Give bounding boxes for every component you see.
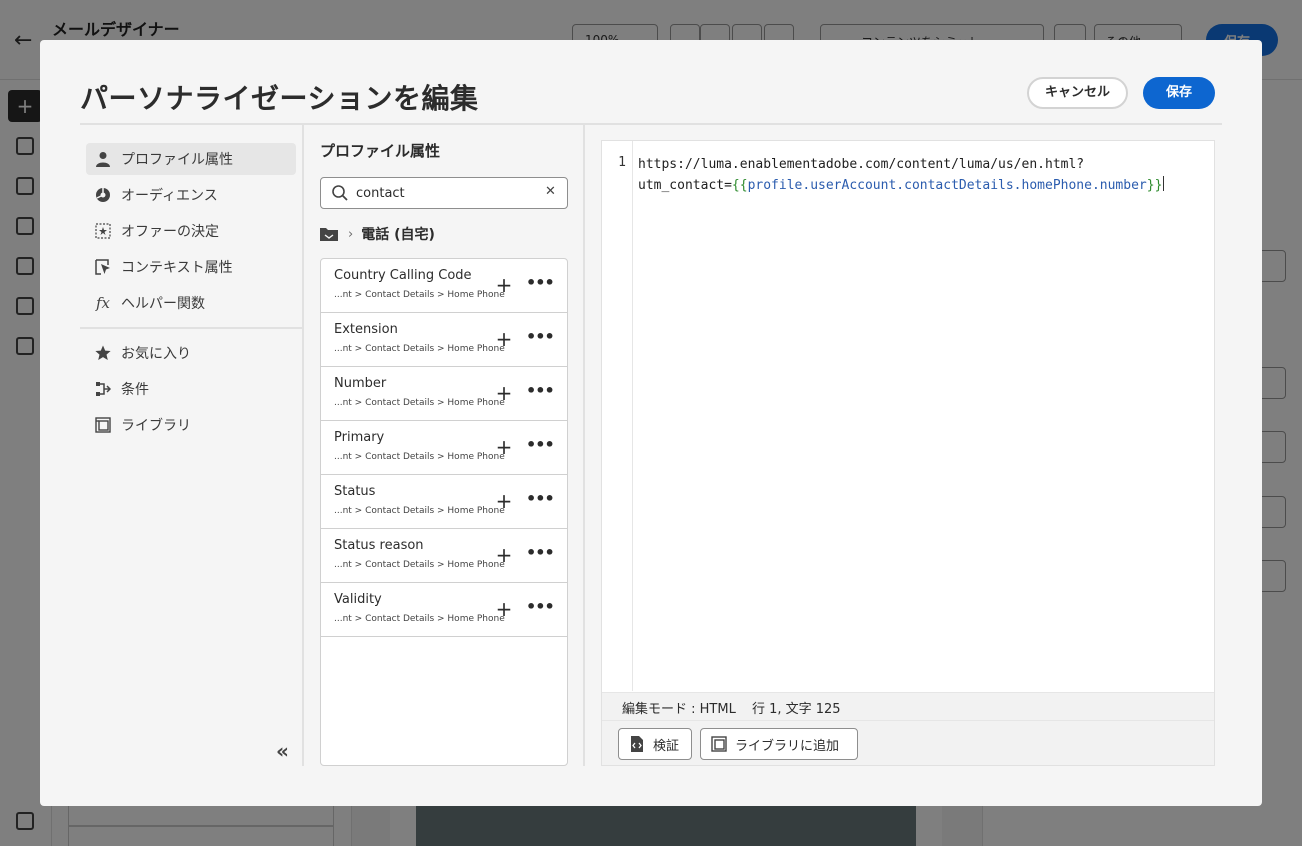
nav-label: コンテキスト属性 bbox=[121, 260, 233, 276]
attribute-name: Validity bbox=[334, 592, 382, 607]
search-icon bbox=[332, 185, 348, 201]
nav-audiences[interactable]: オーディエンス bbox=[86, 179, 296, 211]
nav-label: オーディエンス bbox=[121, 188, 218, 204]
cursor-position-status: 行 1, 文字 125 bbox=[751, 702, 841, 717]
attribute-path: ...nt > Contact Details > Home Phone bbox=[334, 506, 505, 516]
expression-brace-close: }} bbox=[1146, 178, 1163, 193]
search-field[interactable]: ✕ bbox=[320, 177, 568, 209]
category-nav: プロファイル属性 オーディエンス オファーの決定 コンテキスト属性 fx ヘルパ… bbox=[80, 125, 302, 775]
text-cursor bbox=[1163, 176, 1165, 191]
save-button[interactable]: 保存 bbox=[1143, 77, 1215, 109]
nav-favorites[interactable]: お気に入り bbox=[86, 337, 296, 369]
breadcrumb: › 電話 (自宅) bbox=[320, 224, 435, 244]
list-item[interactable]: Extension ...nt > Contact Details > Home… bbox=[321, 313, 567, 367]
attribute-path: ...nt > Contact Details > Home Phone bbox=[334, 560, 505, 570]
code-area[interactable]: https://luma.enablementadobe.com/content… bbox=[638, 154, 1208, 196]
list-item[interactable]: Number ...nt > Contact Details > Home Ph… bbox=[321, 367, 567, 421]
expression-brace-open: {{ bbox=[731, 178, 748, 193]
more-icon[interactable]: ••• bbox=[526, 597, 555, 621]
dialog-title: パーソナライゼーションを編集 bbox=[80, 82, 479, 115]
nav-contextual-attributes[interactable]: コンテキスト属性 bbox=[86, 251, 296, 283]
attribute-list: Country Calling Code ...nt > Contact Det… bbox=[320, 258, 568, 766]
nav-offer-decisions[interactable]: オファーの決定 bbox=[86, 215, 296, 247]
validate-button[interactable]: 検証 bbox=[618, 728, 692, 760]
personalization-expression: profile.userAccount.contactDetails.homeP… bbox=[747, 178, 1147, 193]
library-icon bbox=[711, 736, 727, 752]
attribute-name: Number bbox=[334, 376, 387, 391]
attribute-path: ...nt > Contact Details > Home Phone bbox=[334, 614, 505, 624]
add-to-library-button[interactable]: ライブラリに追加 bbox=[700, 728, 858, 760]
edit-personalization-dialog: パーソナライゼーションを編集 キャンセル 保存 プロファイル属性 オーディエンス… bbox=[40, 40, 1262, 806]
nav-profile-attributes[interactable]: プロファイル属性 bbox=[86, 143, 296, 175]
more-icon[interactable]: ••• bbox=[526, 327, 555, 351]
nav-helper-functions[interactable]: fx ヘルパー関数 bbox=[86, 287, 296, 319]
attribute-name: Primary bbox=[334, 430, 385, 445]
list-item[interactable]: Status reason ...nt > Contact Details > … bbox=[321, 529, 567, 583]
editor-status-bar: 編集モード : HTML 行 1, 文字 125 bbox=[602, 692, 1214, 720]
more-icon[interactable]: ••• bbox=[526, 435, 555, 459]
code-editor: 1 https://luma.enablementadobe.com/conte… bbox=[601, 140, 1215, 766]
library-icon bbox=[94, 416, 112, 434]
collapse-panel-icon[interactable]: « bbox=[276, 739, 289, 763]
clear-icon[interactable]: ✕ bbox=[545, 184, 556, 199]
attribute-path: ...nt > Contact Details > Home Phone bbox=[334, 290, 505, 300]
context-icon bbox=[94, 258, 112, 276]
audience-icon bbox=[94, 186, 112, 204]
attribute-name: Country Calling Code bbox=[334, 268, 472, 283]
nav-conditions[interactable]: 条件 bbox=[86, 373, 296, 405]
code-text: utm_contact= bbox=[638, 178, 732, 193]
add-icon[interactable]: + bbox=[494, 327, 514, 351]
list-item[interactable]: Validity ...nt > Contact Details > Home … bbox=[321, 583, 567, 637]
add-icon[interactable]: + bbox=[494, 597, 514, 621]
add-icon[interactable]: + bbox=[494, 543, 514, 567]
list-column-divider bbox=[583, 125, 585, 766]
nav-label: ライブラリ bbox=[121, 418, 191, 434]
star-icon bbox=[94, 344, 112, 362]
edit-mode-status: 編集モード : HTML bbox=[622, 702, 736, 717]
attribute-name: Status reason bbox=[334, 538, 424, 553]
add-icon[interactable]: + bbox=[494, 381, 514, 405]
code-line: utm_contact={{profile.userAccount.contac… bbox=[638, 175, 1208, 196]
code-file-icon bbox=[631, 736, 643, 752]
more-icon[interactable]: ••• bbox=[526, 543, 555, 567]
list-item[interactable]: Status ...nt > Contact Details > Home Ph… bbox=[321, 475, 567, 529]
add-to-library-label: ライブラリに追加 bbox=[735, 738, 840, 754]
attribute-path: ...nt > Contact Details > Home Phone bbox=[334, 452, 505, 462]
validate-label: 検証 bbox=[653, 738, 680, 754]
attribute-path: ...nt > Contact Details > Home Phone bbox=[334, 344, 505, 354]
nav-column-divider bbox=[302, 125, 304, 766]
add-icon[interactable]: + bbox=[494, 273, 514, 297]
attribute-name: Extension bbox=[334, 322, 398, 337]
breadcrumb-current[interactable]: 電話 (自宅) bbox=[361, 224, 435, 244]
attribute-name: Status bbox=[334, 484, 376, 499]
attribute-path: ...nt > Contact Details > Home Phone bbox=[334, 398, 505, 408]
nav-label: オファーの決定 bbox=[121, 224, 219, 240]
condition-icon bbox=[94, 380, 112, 398]
list-item[interactable]: Country Calling Code ...nt > Contact Det… bbox=[321, 259, 567, 313]
add-icon[interactable]: + bbox=[494, 435, 514, 459]
person-icon bbox=[94, 150, 112, 168]
folder-icon[interactable] bbox=[320, 227, 338, 241]
editor-toolbar: 検証 ライブラリに追加 bbox=[602, 720, 1214, 765]
more-icon[interactable]: ••• bbox=[526, 489, 555, 513]
code-line: https://luma.enablementadobe.com/content… bbox=[638, 157, 1085, 172]
add-icon[interactable]: + bbox=[494, 489, 514, 513]
attributes-title: プロファイル属性 bbox=[320, 142, 441, 160]
more-icon[interactable]: ••• bbox=[526, 273, 555, 297]
nav-library[interactable]: ライブラリ bbox=[86, 409, 296, 441]
list-item[interactable]: Primary ...nt > Contact Details > Home P… bbox=[321, 421, 567, 475]
nav-label: プロファイル属性 bbox=[121, 152, 233, 168]
nav-label: ヘルパー関数 bbox=[121, 296, 205, 312]
nav-label: お気に入り bbox=[121, 346, 191, 362]
cancel-button[interactable]: キャンセル bbox=[1027, 77, 1128, 109]
line-number: 1 bbox=[618, 155, 626, 170]
offer-icon bbox=[94, 222, 112, 240]
chevron-right-icon: › bbox=[348, 226, 354, 242]
nav-divider bbox=[80, 327, 302, 329]
line-gutter: 1 bbox=[602, 141, 633, 691]
nav-label: 条件 bbox=[121, 382, 149, 398]
more-icon[interactable]: ••• bbox=[526, 381, 555, 405]
search-input[interactable] bbox=[356, 179, 536, 207]
function-icon: fx bbox=[95, 294, 110, 312]
